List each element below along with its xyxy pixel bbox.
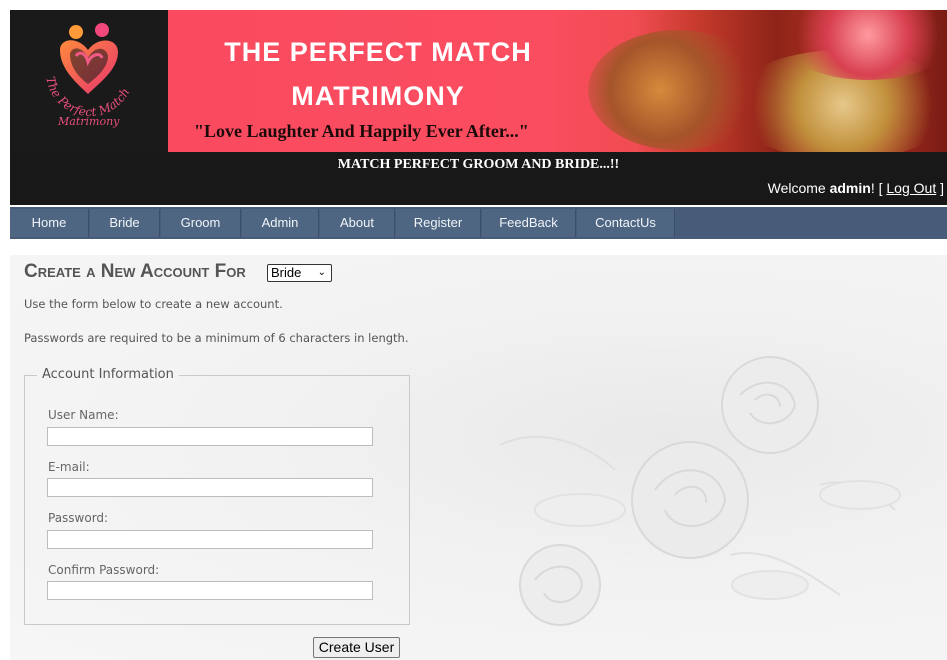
- confirm-password-label: Confirm Password:: [48, 563, 160, 577]
- password-requirement-note: Passwords are required to be a minimum o…: [24, 331, 409, 345]
- email-label: E-mail:: [48, 460, 90, 474]
- nav-item-feedback[interactable]: FeedBack: [482, 209, 576, 237]
- main-nav: Home Bride Groom Admin About Register Fe…: [10, 207, 947, 239]
- confirm-password-input[interactable]: [47, 581, 373, 600]
- welcome-prefix: Welcome: [767, 180, 830, 196]
- logo-script-text: Matrimony: [58, 115, 120, 128]
- password-label: Password:: [48, 511, 109, 525]
- email-input[interactable]: [47, 478, 373, 497]
- form-intro-text: Use the form below to create a new accou…: [24, 297, 283, 311]
- nav-item-home[interactable]: Home: [10, 209, 89, 237]
- account-type-value: Bride: [271, 265, 302, 280]
- fieldset-legend: Account Information: [37, 367, 179, 382]
- rose-background-image: [499, 356, 901, 626]
- username-input[interactable]: [47, 427, 373, 446]
- page-title: Create a New Account For: [24, 261, 246, 282]
- nav-item-about[interactable]: About: [320, 209, 395, 237]
- welcome-suffix: ]: [936, 180, 944, 196]
- banner-title-line1: THE PERFECT MATCH: [224, 37, 532, 67]
- nav-item-admin[interactable]: Admin: [242, 209, 319, 237]
- welcome-mid: ! [: [870, 180, 887, 196]
- banner-tagline: "Love Laughter And Happily Ever After...…: [194, 121, 529, 141]
- header-subtitle: MATCH PERFECT GROOM AND BRIDE...!!: [337, 157, 620, 172]
- password-input[interactable]: [47, 530, 373, 549]
- heart-couple-icon: The Perfect Match: [43, 23, 132, 119]
- banner-image: THE PERFECT MATCH MATRIMONY "Love Laught…: [168, 10, 947, 152]
- nav-item-groom[interactable]: Groom: [161, 209, 241, 237]
- banner-title: THE PERFECT MATCH MATRIMONY: [168, 30, 588, 118]
- banner-title-line2: MATRIMONY: [291, 81, 465, 111]
- create-user-button[interactable]: Create User: [313, 637, 400, 658]
- nav-item-register[interactable]: Register: [396, 209, 481, 237]
- logout-link[interactable]: Log Out: [886, 180, 936, 196]
- account-type-select[interactable]: Bride ⌄: [267, 264, 332, 282]
- username-label: User Name:: [48, 408, 119, 422]
- nav-item-bride[interactable]: Bride: [90, 209, 160, 237]
- site-header: The Perfect Match Matrimony THE PERFECT …: [10, 10, 947, 205]
- welcome-username: admin: [829, 180, 871, 196]
- site-logo[interactable]: The Perfect Match Matrimony: [10, 10, 168, 152]
- account-information-fieldset: Account Information User Name: E-mail: P…: [24, 367, 410, 625]
- nav-item-contactus[interactable]: ContactUs: [577, 209, 675, 237]
- chevron-down-icon: ⌄: [317, 267, 326, 278]
- welcome-text: Welcome admin! [ Log Out ]: [768, 180, 944, 196]
- main-content: Create a New Account For Bride ⌄ Use the…: [10, 255, 947, 660]
